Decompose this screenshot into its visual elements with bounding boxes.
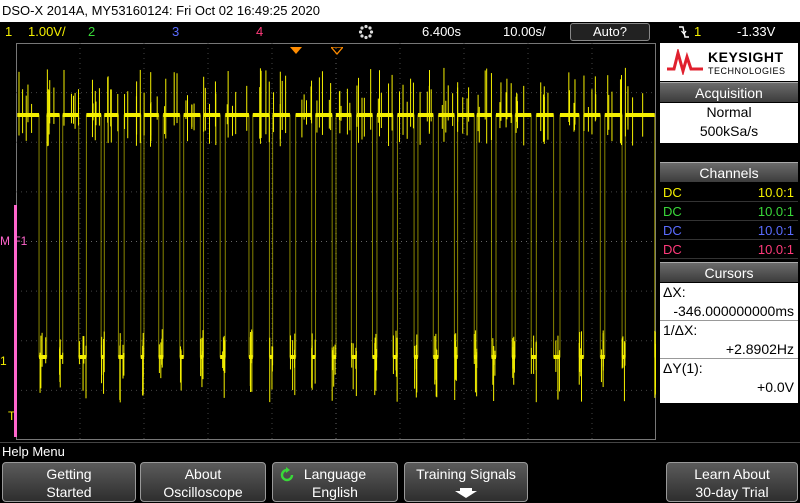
ch4-probe: 10.0:1	[757, 242, 794, 257]
brand-name: KEYSIGHT	[708, 49, 784, 65]
ch1-probe: 10.0:1	[757, 185, 794, 200]
ch3-probe: 10.0:1	[757, 223, 794, 238]
softkey-2-line1: About	[184, 466, 222, 482]
ch3-coupling: DC	[663, 223, 682, 238]
channel-row-3[interactable]: DC 10.0:1	[660, 221, 798, 240]
ch1-number[interactable]: 1	[5, 22, 12, 42]
dy-value: +0.0V	[757, 379, 794, 395]
rotate-knob-icon	[279, 467, 295, 487]
acquisition-mode: Normal	[706, 104, 752, 120]
acquisition-header[interactable]: Acquisition	[660, 82, 798, 102]
about-oscilloscope-softkey[interactable]: About Oscilloscope	[140, 462, 266, 502]
acquisition-rate: 500kSa/s	[699, 123, 759, 139]
inv-dx-label-row: 1/ΔX:	[660, 321, 798, 340]
channel-row-2[interactable]: DC 10.0:1	[660, 202, 798, 221]
dx-value: -346.000000000ms	[673, 303, 794, 319]
math-trace-edge	[14, 205, 17, 437]
help-menu-label: Help Menu	[0, 442, 800, 460]
cursors-header[interactable]: Cursors	[660, 262, 798, 282]
trigger-position-icon[interactable]	[290, 42, 302, 60]
ch4-number[interactable]: 4	[256, 22, 263, 42]
ch2-coupling: DC	[663, 204, 682, 219]
ch1-scale[interactable]: 1.00V/	[28, 22, 66, 42]
dx-label: ΔX:	[663, 284, 686, 300]
trigger-level[interactable]: -1.33V	[737, 22, 775, 42]
channel-row-1[interactable]: DC 10.0:1	[660, 183, 798, 202]
side-panel: KEYSIGHT TECHNOLOGIES Acquisition Normal…	[660, 43, 798, 441]
keysight-wave-icon	[667, 49, 703, 75]
trigger-channel[interactable]: 1	[694, 22, 701, 42]
time-scale[interactable]: 10.00s/	[503, 22, 546, 42]
softkey-5-line2: 30-day Trial	[695, 484, 769, 500]
ch1-coupling: DC	[663, 185, 682, 200]
dy-label-row: ΔY(1):	[660, 359, 798, 378]
time-delay[interactable]: 6.400s	[422, 22, 461, 42]
ch1-marker-label: 1	[0, 354, 7, 368]
graticule	[16, 43, 656, 440]
dy-value-row: +0.0V	[660, 378, 798, 397]
cursors-panel[interactable]: ΔX: -346.000000000ms 1/ΔX: +2.8902Hz ΔY(…	[660, 283, 798, 403]
keysight-logo: KEYSIGHT TECHNOLOGIES	[660, 43, 798, 81]
ch1-ground-marker[interactable]: 1	[0, 354, 7, 368]
softkey-2-line2: Oscilloscope	[163, 484, 243, 500]
inv-dx-value-row: +2.8902Hz	[660, 340, 798, 359]
brand-sub: TECHNOLOGIES	[708, 66, 786, 76]
inv-dx-value: +2.8902Hz	[725, 341, 794, 357]
channel-row-4[interactable]: DC 10.0:1	[660, 240, 798, 259]
getting-started-softkey[interactable]: Getting Started	[2, 462, 136, 502]
inv-dx-label: 1/ΔX:	[663, 322, 698, 338]
channels-header[interactable]: Channels	[660, 162, 798, 182]
status-bar: 1 1.00V/ 2 3 4 6.400s 10.00s/ Auto? 1 -1…	[0, 22, 800, 42]
window-title: DSO-X 2014A, MY53160124: Fri Oct 02 16:4…	[0, 0, 800, 22]
softkey-5-line1: Learn About	[694, 466, 770, 482]
time-reference-icon[interactable]	[329, 42, 345, 60]
language-softkey[interactable]: Language English	[272, 462, 398, 502]
ch2-probe: 10.0:1	[757, 204, 794, 219]
dx-value-row: -346.000000000ms	[660, 302, 798, 321]
dx-label-row: ΔX:	[660, 283, 798, 302]
falling-edge-icon	[678, 25, 690, 45]
softkey-4-line1: Training Signals	[416, 466, 516, 482]
ch2-number[interactable]: 2	[88, 22, 95, 42]
ch3-number[interactable]: 3	[172, 22, 179, 42]
training-signals-softkey[interactable]: Training Signals	[404, 462, 528, 502]
trigger-mode-button[interactable]: Auto?	[570, 23, 650, 41]
channels-panel[interactable]: DC 10.0:1 DC 10.0:1 DC 10.0:1 DC 10.0:1	[660, 183, 798, 263]
softkey-1-line1: Getting	[46, 466, 92, 482]
waveform-display[interactable]	[16, 43, 656, 440]
softkey-1-line2: Started	[46, 484, 92, 500]
acquisition-panel[interactable]: Normal 500kSa/s	[660, 103, 798, 143]
ch1-trace-edges	[17, 114, 656, 358]
learn-about-trial-softkey[interactable]: Learn About 30-day Trial	[666, 462, 798, 502]
ch4-coupling: DC	[663, 242, 682, 257]
dy-label: ΔY(1):	[663, 360, 703, 376]
menu-down-arrow-icon	[405, 485, 527, 503]
